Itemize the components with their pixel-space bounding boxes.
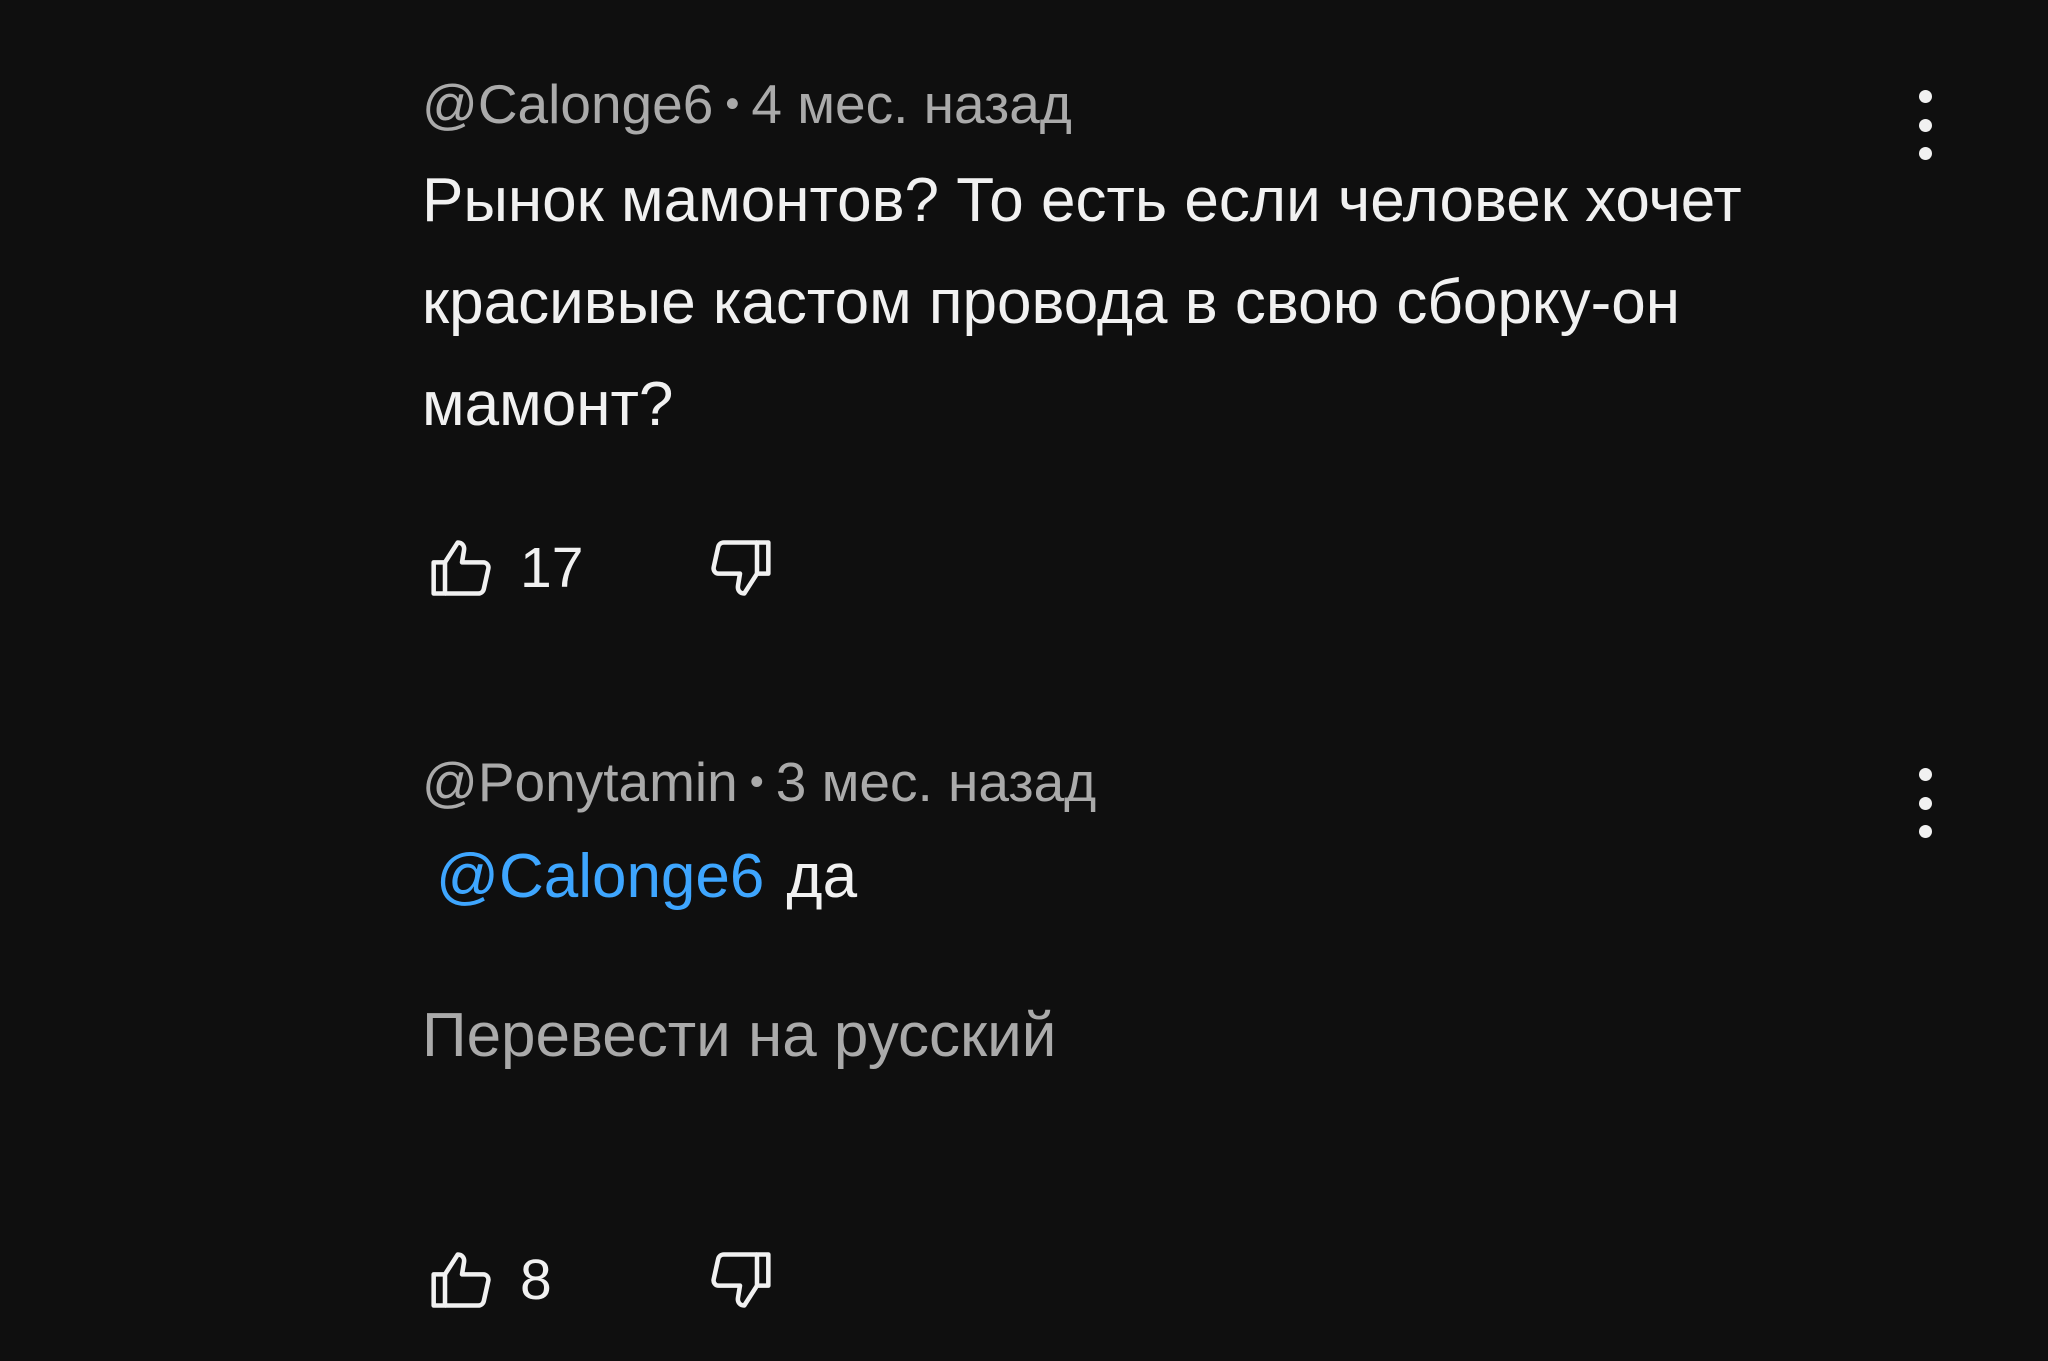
comment-text: @Calonge6 да <box>422 826 1802 928</box>
thumbs-down-icon <box>711 1252 771 1308</box>
like-button[interactable] <box>422 528 502 608</box>
comment-author[interactable]: @Ponytamin <box>422 751 738 813</box>
mention-link[interactable]: @Calonge6 <box>436 842 764 911</box>
more-vertical-icon-dot <box>1918 825 1932 838</box>
more-vertical-icon <box>1918 90 1932 103</box>
comment-body: да <box>786 842 858 911</box>
thumbs-up-icon <box>431 540 491 596</box>
more-vertical-icon <box>1918 768 1932 781</box>
comment-author[interactable]: @Calonge6 <box>422 73 713 135</box>
comment-actions: 8 <box>422 1240 780 1320</box>
comment-time[interactable]: 3 мес. назад <box>776 751 1097 813</box>
like-button[interactable] <box>422 1240 502 1320</box>
like-count: 8 <box>520 1248 552 1312</box>
separator: • <box>749 760 764 804</box>
comment-header: @Calonge6 • 4 мес. назад <box>422 72 1072 136</box>
comment-time[interactable]: 4 мес. назад <box>751 73 1072 135</box>
more-options-button[interactable] <box>1900 768 1950 838</box>
more-vertical-icon-dot <box>1918 118 1932 132</box>
comment-header: @Ponytamin • 3 мес. назад <box>422 750 1096 814</box>
dislike-button[interactable] <box>700 1240 780 1320</box>
more-vertical-icon-dot <box>1918 796 1932 810</box>
more-vertical-icon-dot <box>1918 147 1932 160</box>
like-count: 17 <box>520 536 584 600</box>
translate-button[interactable]: Перевести на русский <box>422 1000 1056 1072</box>
thumbs-up-icon <box>431 1252 491 1308</box>
comment-text: Рынок мамонтов? То есть если человек хоч… <box>422 166 1742 439</box>
thumbs-down-icon <box>711 540 771 596</box>
comment-actions: 17 <box>422 528 780 608</box>
separator: • <box>725 82 740 126</box>
more-options-button[interactable] <box>1900 90 1950 160</box>
dislike-button[interactable] <box>700 528 780 608</box>
